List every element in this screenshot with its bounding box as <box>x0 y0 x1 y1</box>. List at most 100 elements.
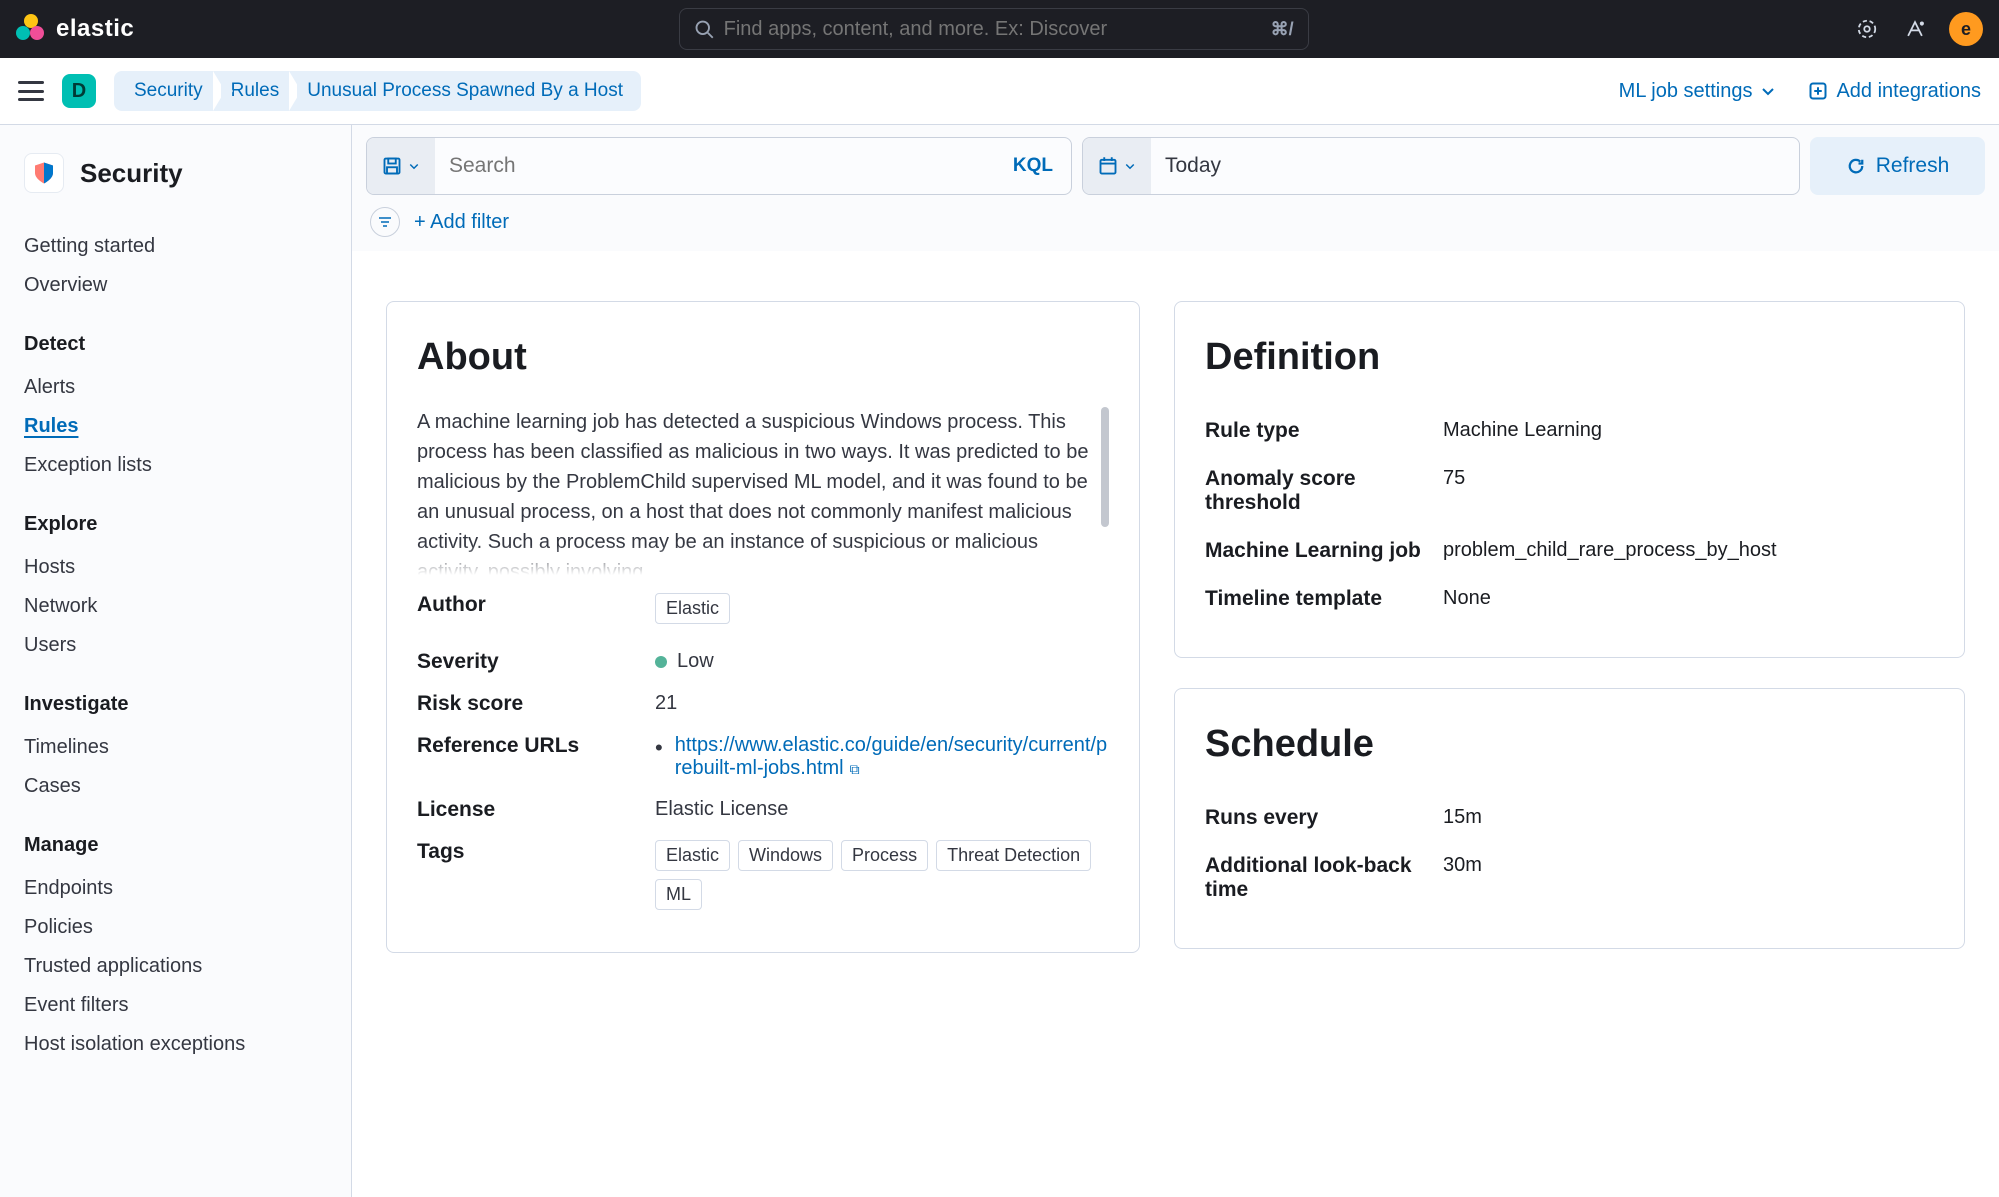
ml-job-settings-button[interactable]: ML job settings <box>1619 80 1777 103</box>
global-search-input[interactable] <box>724 18 1261 41</box>
sidebar-group-title: Manage <box>24 834 327 857</box>
query-options-button[interactable] <box>367 138 435 194</box>
sidebar-group-manage: Manage Endpoints Policies Trusted applic… <box>24 834 327 1064</box>
definition-label: Machine Learning job <box>1205 539 1423 563</box>
definition-value: 75 <box>1443 467 1934 515</box>
space-selector[interactable]: D <box>62 74 96 108</box>
schedule-panel: Schedule Runs every 15m Additional look-ba… <box>1174 688 1965 949</box>
tags-value: ElasticWindowsProcessThreat DetectionML <box>655 840 1109 918</box>
breadcrumb-current: Unusual Process Spawned By a Host <box>289 71 641 111</box>
nav-toggle-button[interactable] <box>18 81 44 101</box>
schedule-title: Schedule <box>1205 723 1934 766</box>
global-search[interactable]: ⌘/ <box>679 8 1309 50</box>
severity-text: Low <box>677 650 714 672</box>
sidebar-item-rules[interactable]: Rules <box>24 407 327 446</box>
license-label: License <box>417 798 635 822</box>
author-value: Elastic <box>655 593 1109 632</box>
elastic-logo-text: elastic <box>56 15 134 43</box>
sidebar-item-exception-lists[interactable]: Exception lists <box>24 446 327 485</box>
breadcrumb-security[interactable]: Security <box>114 71 221 111</box>
sidebar-item-endpoints[interactable]: Endpoints <box>24 869 327 908</box>
schedule-value: 15m <box>1443 806 1934 830</box>
sidebar-group-title: Detect <box>24 333 327 356</box>
definition-label: Rule type <box>1205 419 1423 443</box>
sidebar-group-explore: Explore Hosts Network Users <box>24 513 327 665</box>
reference-url-link[interactable]: https://www.elastic.co/guide/en/security… <box>675 734 1109 780</box>
definition-panel: Definition Rule type Machine Learning Anom… <box>1174 301 1965 658</box>
date-picker[interactable]: Today <box>1082 137 1800 195</box>
sidebar-item-users[interactable]: Users <box>24 626 327 665</box>
sidebar-item-cases[interactable]: Cases <box>24 767 327 806</box>
chevron-down-icon <box>1760 83 1776 99</box>
filter-icon <box>377 214 393 230</box>
topbar-right: e <box>1853 12 1983 46</box>
date-quick-button[interactable] <box>1083 138 1151 194</box>
tag-badge: Windows <box>738 840 833 871</box>
risk-score-label: Risk score <box>417 692 635 716</box>
sidebar-item-getting-started[interactable]: Getting started <box>24 227 327 266</box>
definition-row: Machine Learning jobproblem_child_rare_p… <box>1205 527 1934 575</box>
sidebar-item-hosts[interactable]: Hosts <box>24 548 327 587</box>
chevron-down-icon <box>408 160 420 172</box>
tag-badge: Elastic <box>655 840 730 871</box>
about-title: About <box>417 336 1109 379</box>
query-input[interactable] <box>435 154 995 178</box>
help-icon[interactable] <box>1901 15 1929 43</box>
sidebar-header: Security <box>24 153 327 193</box>
sidebar-item-host-isolation-exceptions[interactable]: Host isolation exceptions <box>24 1025 327 1064</box>
add-integrations-button[interactable]: Add integrations <box>1808 80 1981 103</box>
author-label: Author <box>417 593 635 632</box>
query-bar: KQL <box>366 137 1072 195</box>
severity-dot-icon <box>655 656 667 668</box>
definition-row: Timeline templateNone <box>1205 575 1934 623</box>
schedule-value: 30m <box>1443 854 1934 902</box>
add-filter-button[interactable]: + Add filter <box>414 211 509 234</box>
schedule-row: Additional look-back time30m <box>1205 842 1934 914</box>
refresh-icon <box>1846 156 1866 176</box>
sidebar-group-title: Investigate <box>24 693 327 716</box>
definition-title: Definition <box>1205 336 1934 379</box>
license-value: Elastic License <box>655 798 1109 822</box>
reference-urls-value: https://www.elastic.co/guide/en/security… <box>655 734 1109 780</box>
add-integrations-label: Add integrations <box>1836 80 1981 103</box>
filter-options-button[interactable] <box>370 207 400 237</box>
refresh-label: Refresh <box>1876 154 1950 178</box>
plus-square-icon <box>1808 81 1828 101</box>
breadcrumb: Security Rules Unusual Process Spawned B… <box>114 71 641 111</box>
sidebar-item-network[interactable]: Network <box>24 587 327 626</box>
definition-row: Anomaly score threshold75 <box>1205 455 1934 527</box>
header-row: D Security Rules Unusual Process Spawned… <box>0 58 1999 125</box>
date-picker-value: Today <box>1151 154 1235 178</box>
reference-url-text: https://www.elastic.co/guide/en/security… <box>675 734 1107 779</box>
risk-score-value: 21 <box>655 692 1109 716</box>
rule-detail-content: About A machine learning job has detecte… <box>352 251 1999 1197</box>
about-description: A machine learning job has detected a su… <box>417 407 1109 575</box>
tag-badge: ML <box>655 879 702 910</box>
sidebar-top-group: Getting started Overview <box>24 227 327 305</box>
sidebar-item-policies[interactable]: Policies <box>24 908 327 947</box>
definition-label: Timeline template <box>1205 587 1423 611</box>
definition-value: Machine Learning <box>1443 419 1934 443</box>
ml-job-settings-label: ML job settings <box>1619 80 1753 103</box>
elastic-logo[interactable]: elastic <box>16 14 134 44</box>
chevron-down-icon <box>1124 160 1136 172</box>
save-icon <box>382 156 402 176</box>
filter-bar: KQL Today Refresh + Add f <box>352 125 1999 251</box>
about-panel: About A machine learning job has detecte… <box>386 301 1140 953</box>
definition-row: Rule type Machine Learning <box>1205 407 1934 455</box>
topbar: elastic ⌘/ e <box>0 0 1999 58</box>
refresh-button[interactable]: Refresh <box>1810 137 1985 195</box>
sidebar-item-event-filters[interactable]: Event filters <box>24 986 327 1025</box>
sidebar: Security Getting started Overview Detect… <box>0 125 352 1197</box>
sidebar-item-timelines[interactable]: Timelines <box>24 728 327 767</box>
sidebar-item-trusted-applications[interactable]: Trusted applications <box>24 947 327 986</box>
query-language-button[interactable]: KQL <box>995 155 1071 177</box>
sidebar-item-alerts[interactable]: Alerts <box>24 368 327 407</box>
newsfeed-icon[interactable] <box>1853 15 1881 43</box>
user-avatar[interactable]: e <box>1949 12 1983 46</box>
sidebar-item-overview[interactable]: Overview <box>24 266 327 305</box>
external-link-icon: ⧉ <box>850 761 860 777</box>
scrollbar[interactable] <box>1101 407 1109 527</box>
main: KQL Today Refresh + Add f <box>352 125 1999 1197</box>
schedule-label: Runs every <box>1205 806 1423 830</box>
